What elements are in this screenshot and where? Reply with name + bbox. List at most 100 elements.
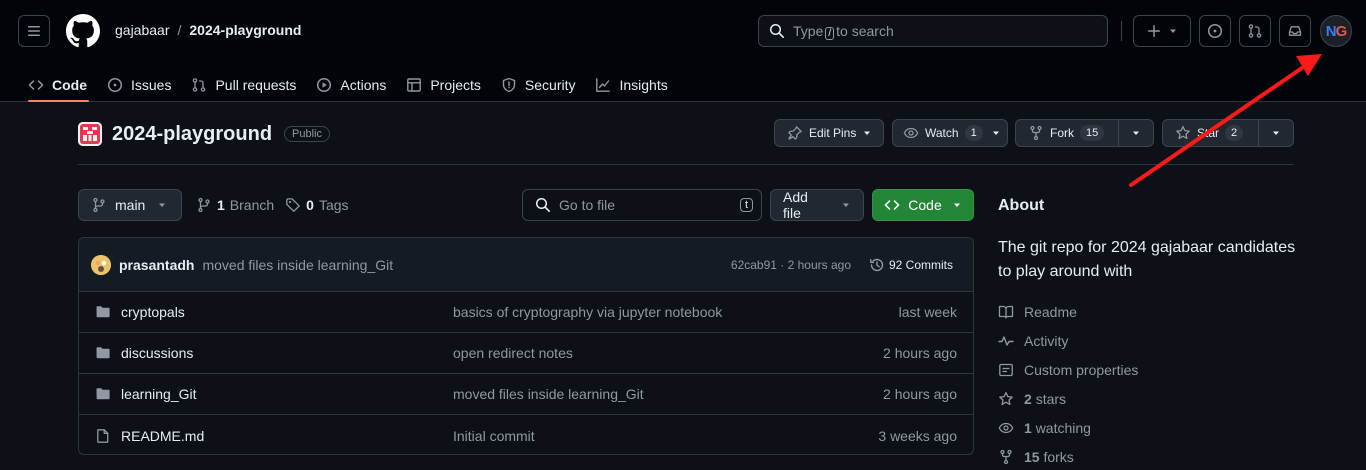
code-icon (28, 80, 44, 90)
file-row[interactable]: README.md Initial commit 3 weeks ago (79, 415, 973, 454)
file-row[interactable]: discussions open redirect notes 2 hours … (79, 333, 973, 374)
breadcrumb-repo[interactable]: 2024-playground (189, 22, 301, 38)
star-button[interactable]: Star 2 (1162, 119, 1294, 147)
tab-projects[interactable]: Projects (396, 62, 491, 102)
star-main[interactable]: Star 2 (1163, 120, 1258, 146)
fork-dropdown[interactable] (1119, 120, 1153, 146)
create-new-button[interactable] (1133, 15, 1191, 47)
file-row[interactable]: learning_Git moved files inside learning… (79, 374, 973, 415)
user-avatar[interactable]: NG (1320, 15, 1352, 47)
github-logo-icon[interactable] (66, 14, 100, 48)
inbox-icon (1288, 26, 1302, 36)
book-icon (998, 305, 1014, 319)
watching-label: watching (1035, 419, 1091, 436)
file-commit-message[interactable]: open redirect notes (453, 345, 573, 361)
file-date: 2 hours ago (883, 345, 957, 361)
tab-security[interactable]: Security (491, 62, 586, 102)
tags-label: Tags (318, 197, 349, 213)
issues-button[interactable] (1199, 15, 1231, 47)
star-dropdown[interactable] (1259, 120, 1293, 146)
search-shortcut-key: / (825, 26, 835, 40)
commit-message[interactable]: moved files inside learning_Git (202, 257, 393, 273)
fork-main[interactable]: Fork 15 (1016, 120, 1118, 146)
menu-button[interactable] (18, 15, 50, 47)
commits-link[interactable]: 92 Commits (869, 257, 953, 273)
file-commit-message[interactable]: moved files inside learning_Git (453, 386, 644, 402)
watch-button[interactable]: Watch 1 (892, 119, 1008, 147)
activity-link[interactable]: Activity (998, 326, 1138, 355)
branch-name: main (115, 197, 146, 213)
file-name[interactable]: cryptopals (121, 304, 185, 320)
tag-icon (286, 198, 301, 212)
watch-dropdown[interactable] (991, 120, 1009, 146)
tab-insights[interactable]: Insights (585, 62, 677, 102)
avatar-letter-g: G (1335, 22, 1348, 40)
edit-pins-main[interactable]: Edit Pins (775, 120, 881, 146)
git-pull-request-icon (1248, 24, 1262, 38)
branch-tag-info: 1 Branch 0 Tags (196, 197, 349, 213)
tab-pull-requests-label: Pull requests (215, 77, 297, 93)
triangle-down-icon (1273, 131, 1279, 135)
file-icon (97, 428, 109, 443)
forks-link[interactable]: 15 forks (998, 442, 1138, 470)
tab-security-label: Security (524, 77, 576, 93)
file-commit-message[interactable]: basics of cryptography via jupyter noteb… (453, 304, 722, 320)
file-row[interactable]: cryptopals basics of cryptography via ju… (79, 292, 973, 333)
breadcrumb-separator: / (177, 22, 182, 38)
commit-author[interactable]: prasantadh (119, 257, 194, 273)
file-name[interactable]: learning_Git (121, 386, 197, 402)
tab-code[interactable]: Code (18, 62, 97, 102)
commit-author-avatar[interactable] (91, 254, 111, 275)
fork-count: 15 (1080, 125, 1105, 141)
readme-link[interactable]: Readme (998, 297, 1138, 326)
branches-link[interactable]: 1 Branch (196, 197, 274, 213)
stars-link[interactable]: 2 stars (998, 384, 1138, 413)
star-icon (1176, 125, 1190, 140)
file-name[interactable]: discussions (121, 345, 193, 361)
tab-issues[interactable]: Issues (97, 62, 181, 102)
branch-select-button[interactable]: main (78, 189, 182, 221)
hamburger-icon (28, 26, 40, 36)
go-to-file-shortcut-key: t (739, 198, 753, 212)
inbox-button[interactable] (1279, 15, 1311, 47)
triangle-down-icon (159, 203, 166, 207)
file-name[interactable]: README.md (121, 428, 204, 444)
tab-actions[interactable]: Actions (306, 62, 396, 102)
tab-pull-requests[interactable]: Pull requests (181, 62, 306, 102)
fork-button[interactable]: Fork 15 (1015, 119, 1154, 147)
tags-link[interactable]: 0 Tags (285, 197, 349, 213)
triangle-down-icon (1133, 131, 1139, 135)
repo-owner-avatar-icon[interactable] (78, 122, 102, 146)
watch-label: Watch (925, 126, 959, 140)
search-placeholder: Type / to search (793, 23, 894, 40)
edit-pins-button[interactable]: Edit Pins (774, 119, 884, 147)
triangle-down-icon (864, 131, 871, 135)
global-search-input[interactable]: Type / to search (758, 15, 1108, 47)
latest-commit-bar: prasantadh moved files inside learning_G… (79, 238, 973, 292)
breadcrumb-owner[interactable]: gajabaar (115, 22, 170, 38)
title-divider (78, 164, 1294, 165)
avatar-letter-n: N (1325, 22, 1337, 40)
repo-forked-icon (1030, 125, 1042, 141)
tab-projects-label: Projects (430, 77, 481, 93)
add-file-button[interactable]: Add file (770, 189, 864, 221)
custom-properties-link[interactable]: Custom properties (998, 355, 1138, 384)
eye-icon (903, 127, 919, 139)
folder-icon (96, 347, 110, 359)
shield-icon (502, 77, 516, 93)
file-commit-message[interactable]: Initial commit (453, 428, 535, 444)
go-to-file-input[interactable]: Go to file t (522, 189, 762, 221)
watch-main[interactable]: Watch 1 (893, 120, 991, 146)
git-pull-request-icon (193, 78, 206, 92)
custom-properties-label: Custom properties (1024, 361, 1139, 378)
code-button[interactable]: Code (872, 189, 974, 221)
star-icon (999, 391, 1013, 405)
watching-link[interactable]: 1 watching (998, 413, 1138, 442)
code-button-label: Code (908, 197, 942, 213)
pull-requests-button[interactable] (1239, 15, 1271, 47)
code-icon (885, 200, 900, 210)
git-branch-icon (93, 197, 105, 213)
tab-actions-label: Actions (340, 77, 387, 93)
commit-meta[interactable]: 62cab91 · 2 hours ago (731, 258, 851, 272)
repo-name[interactable]: 2024-playground (112, 123, 272, 146)
